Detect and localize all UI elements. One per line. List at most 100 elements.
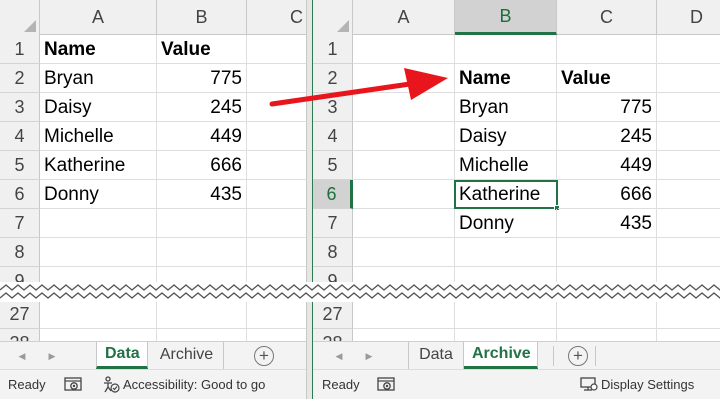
row-header-4[interactable]: 4 [0,122,40,151]
cell-c2[interactable] [247,64,306,93]
row-header-6[interactable]: 6 [313,180,353,209]
cell-a5[interactable] [353,151,455,180]
cell-b2[interactable]: Name [455,64,557,93]
row-header-27[interactable]: 27 [313,300,353,329]
column-header-c[interactable]: C [557,0,657,35]
cell-c5[interactable] [247,151,306,180]
cell-a5[interactable]: Katherine [40,151,157,180]
sheet-tab-archive[interactable]: Archive [464,342,538,369]
status-accessibility[interactable]: Accessibility: Good to go [123,370,265,399]
cell-a7[interactable] [40,209,157,238]
prev-sheet-icon[interactable]: ◀ [14,342,30,370]
cell-c4[interactable]: 245 [557,122,657,151]
cell-d6[interactable] [657,180,720,209]
cell-b2[interactable]: 775 [157,64,247,93]
cell-c27[interactable] [557,300,657,329]
row-header-4[interactable]: 4 [313,122,353,151]
cell-a2[interactable] [353,64,455,93]
row-header-3[interactable]: 3 [0,93,40,122]
cell-c27[interactable] [247,300,306,329]
cell-b5[interactable]: Michelle [455,151,557,180]
cell-c8[interactable] [557,238,657,267]
cell-b1[interactable]: Value [157,35,247,64]
row-header-5[interactable]: 5 [313,151,353,180]
cell-b8[interactable] [455,238,557,267]
cell-a3[interactable]: Daisy [40,93,157,122]
cell-b3[interactable]: 245 [157,93,247,122]
cell-a6[interactable]: Donny [40,180,157,209]
cell-b1[interactable] [455,35,557,64]
column-header-a[interactable]: A [353,0,455,35]
select-all-corner[interactable] [0,0,40,35]
row-header-8[interactable]: 8 [0,238,40,267]
next-sheet-icon[interactable]: ▶ [44,342,60,370]
cell-d2[interactable] [657,64,720,93]
row-header-1[interactable]: 1 [313,35,353,64]
cell-a8[interactable] [353,238,455,267]
cell-c6[interactable]: 666 [558,180,657,209]
cell-a2[interactable]: Bryan [40,64,157,93]
cell-a4[interactable] [353,122,455,151]
cell-c7[interactable]: 435 [557,209,657,238]
cell-b6-active[interactable]: Katherine [454,180,560,211]
cell-b4[interactable]: Daisy [455,122,557,151]
cell-b27[interactable] [455,300,557,329]
cell-c3[interactable]: 775 [557,93,657,122]
column-header-b[interactable]: B [455,0,557,35]
row-header-8[interactable]: 8 [313,238,353,267]
row-header-2[interactable]: 2 [313,64,353,93]
cell-b5[interactable]: 666 [157,151,247,180]
column-header-b[interactable]: B [157,0,247,35]
sheet-tab-data[interactable]: Data [408,342,464,369]
cell-c4[interactable] [247,122,306,151]
column-header-a[interactable]: A [40,0,157,35]
column-header-d[interactable]: D [657,0,720,35]
row-header-2[interactable]: 2 [0,64,40,93]
add-sheet-icon[interactable]: + [568,346,588,366]
macro-recording-icon[interactable] [377,376,395,392]
cell-d3[interactable] [657,93,720,122]
cell-c3[interactable] [247,93,306,122]
cell-d8[interactable] [657,238,720,267]
cell-c5[interactable]: 449 [557,151,657,180]
cell-c1[interactable] [247,35,306,64]
cell-c2[interactable]: Value [557,64,657,93]
cell-b27[interactable] [157,300,247,329]
next-sheet-icon[interactable]: ▶ [361,342,377,370]
cell-d27[interactable] [657,300,720,329]
row-header-1[interactable]: 1 [0,35,40,64]
row-header-5[interactable]: 5 [0,151,40,180]
row-header-7[interactable]: 7 [0,209,40,238]
sheet-tab-data[interactable]: Data [96,342,148,369]
cell-a4[interactable]: Michelle [40,122,157,151]
cell-a7[interactable] [353,209,455,238]
cell-a27[interactable] [40,300,157,329]
cell-c8[interactable] [247,238,306,267]
cell-a8[interactable] [40,238,157,267]
cell-c1[interactable] [557,35,657,64]
select-all-corner[interactable] [313,0,353,35]
cell-a6[interactable] [353,180,455,209]
row-header-27[interactable]: 27 [0,300,40,329]
cell-b7[interactable]: Donny [455,209,557,238]
cell-d4[interactable] [657,122,720,151]
cell-b6[interactable]: 435 [157,180,247,209]
row-header-6[interactable]: 6 [0,180,40,209]
cell-b4[interactable]: 449 [157,122,247,151]
cell-b3[interactable]: Bryan [455,93,557,122]
cell-d1[interactable] [657,35,720,64]
macro-recording-icon[interactable] [64,376,82,392]
sheet-tab-archive[interactable]: Archive [150,342,224,369]
cell-a27[interactable] [353,300,455,329]
cell-a1[interactable]: Name [40,35,157,64]
display-settings-icon[interactable] [580,376,598,392]
cell-d7[interactable] [657,209,720,238]
column-header-c[interactable]: C [247,0,306,35]
prev-sheet-icon[interactable]: ◀ [331,342,347,370]
add-sheet-icon[interactable]: + [254,346,274,366]
cell-d5[interactable] [657,151,720,180]
cell-b7[interactable] [157,209,247,238]
status-display-settings[interactable]: Display Settings [601,370,694,399]
cell-c6[interactable] [247,180,306,209]
row-header-3[interactable]: 3 [313,93,353,122]
